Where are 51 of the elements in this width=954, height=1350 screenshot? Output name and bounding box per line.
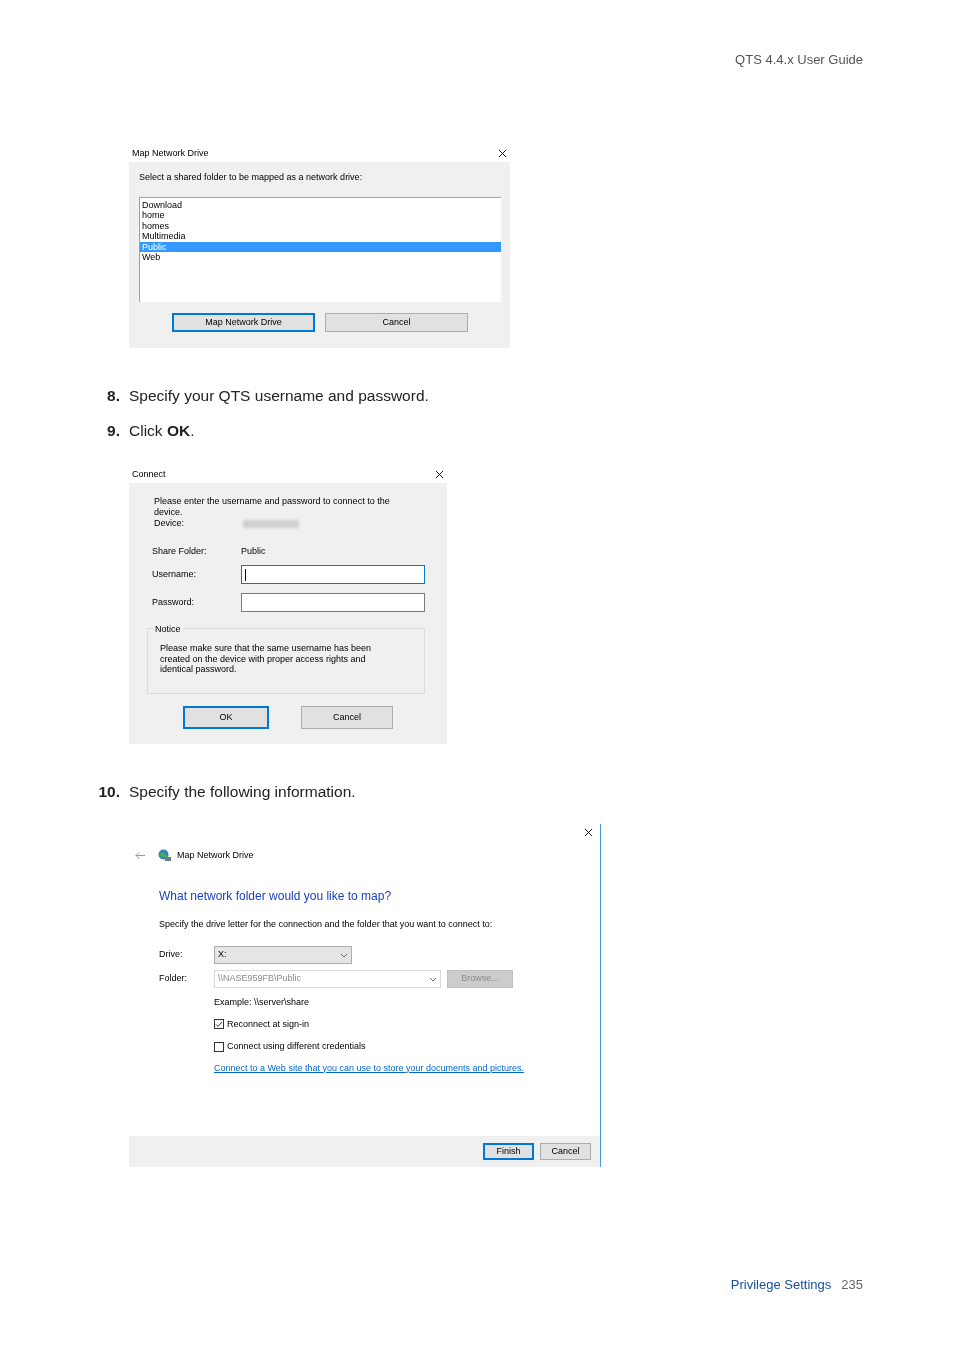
- share-folder-value: Public: [241, 544, 266, 558]
- back-icon[interactable]: [135, 851, 146, 861]
- prompt-text: Select a shared folder to be mapped as a network drive:: [139, 171, 364, 184]
- drive-select[interactable]: X:: [214, 946, 352, 964]
- window-title: Connect: [132, 467, 166, 481]
- list-item[interactable]: Web: [140, 252, 501, 263]
- list-item[interactable]: Download: [140, 199, 501, 210]
- checkbox[interactable]: [214, 1041, 224, 1052]
- window-title: Map Network Drive: [177, 849, 254, 862]
- prompt-text: Please enter the username and password to connect to the device.: [154, 496, 391, 517]
- window-title: Map Network Drive: [132, 146, 209, 160]
- checkbox[interactable]: [214, 1019, 224, 1030]
- step-number: 10.: [98, 782, 120, 802]
- field-label: Share Folder:: [152, 544, 208, 558]
- page-header: QTS 4.4.x User Guide: [735, 52, 863, 67]
- dialog-button[interactable]: Finish: [483, 1143, 534, 1160]
- dialog-button[interactable]: OK: [183, 705, 269, 729]
- step-number: 8.: [107, 386, 120, 406]
- step-text: Specify your QTS username and password.: [129, 386, 429, 406]
- dialog-button[interactable]: Map Network Drive: [172, 312, 315, 332]
- list-item[interactable]: Multimedia: [140, 231, 501, 242]
- field-label: Password:: [152, 595, 196, 609]
- close-icon[interactable]: [498, 149, 507, 158]
- dialog-heading: What network folder would you like to map?: [159, 887, 393, 905]
- step-number: 9.: [107, 421, 120, 441]
- field-label: Device:: [154, 517, 185, 530]
- field-label: Folder:: [159, 972, 188, 986]
- list-item[interactable]: home: [140, 210, 501, 221]
- input-field[interactable]: [241, 565, 425, 584]
- step-text: Click OK.: [129, 421, 195, 441]
- checkbox-label: Connect using different credentials: [227, 1040, 366, 1053]
- web-site-link[interactable]: Connect to a Web site that you can use to store your documents and pictures.: [214, 1061, 524, 1075]
- example-text: Example: \\server\share: [214, 996, 311, 1009]
- section-name: Privilege Settings: [730, 1276, 832, 1294]
- dialog-button[interactable]: Cancel: [325, 312, 468, 332]
- dialog-button[interactable]: Cancel: [540, 1143, 591, 1160]
- redacted-value: [243, 519, 299, 528]
- input-field[interactable]: [241, 593, 425, 612]
- close-icon[interactable]: [435, 470, 444, 479]
- dialog-button[interactable]: Cancel: [301, 705, 393, 729]
- network-drive-icon: [158, 849, 171, 863]
- description-text: Specify the drive letter for the connection and the folder that you want to connect to:: [159, 917, 494, 931]
- field-label: Drive:: [159, 948, 184, 962]
- checkbox-label: Reconnect at sign-in: [227, 1017, 310, 1031]
- notice-text: Please make sure that the same username has been created on the device with proper access rights and identical password.: [160, 643, 373, 675]
- field-label: Username:: [152, 567, 197, 581]
- list-item[interactable]: homes: [140, 220, 501, 231]
- page-number: 235: [841, 1276, 863, 1294]
- close-icon[interactable]: [584, 828, 593, 837]
- folder-list[interactable]: Download home homes Multimedia Public Web: [139, 196, 501, 302]
- step-text: Specify the following information.: [129, 782, 356, 802]
